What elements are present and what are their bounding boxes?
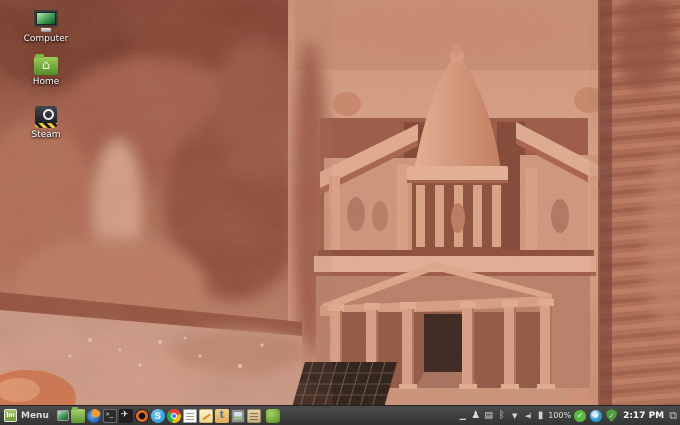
tan-t-app-icon[interactable] [214, 408, 229, 423]
minimized-window-icon[interactable]: ▁ [457, 409, 468, 423]
taskbar: Menu ▁♟▤ᛒ▼◄)▮100%✓●✓ 2:17 PM ⧉ [0, 405, 680, 425]
taskbar-launchers [56, 406, 281, 425]
bluetooth-icon[interactable]: ᛒ [496, 409, 507, 423]
text-editor-icon[interactable] [182, 408, 197, 423]
sync-icon[interactable]: ● [590, 409, 603, 422]
battery-icon[interactable]: ▮ [535, 409, 546, 423]
mint-menu-icon [4, 409, 17, 422]
system-tray: ▁ ♟ ▤ ᛒ ▼ ◄) ▮ 100% ✓ ● ✓ [456, 406, 619, 425]
battery-percent[interactable]: 100% [548, 409, 571, 423]
firewall-shield-icon[interactable]: ✓ [606, 409, 618, 422]
computer-icon [34, 10, 58, 32]
show-desktop-icon[interactable] [56, 410, 69, 421]
home-desktop-icon[interactable]: Home [14, 53, 78, 87]
wallpaper-petra-treasury [0, 0, 680, 405]
camera-lens-icon[interactable] [134, 408, 149, 423]
chrome-icon[interactable] [166, 408, 181, 423]
window-stack-icon[interactable]: ⧉ [669, 409, 677, 423]
skype-icon[interactable] [150, 408, 165, 423]
update-manager-icon[interactable]: ✓ [574, 409, 587, 422]
bird-app-icon[interactable] [118, 408, 133, 423]
steam-desktop-icon[interactable]: Steam [14, 106, 78, 140]
desktop[interactable]: Computer Home Steam Menu ▁♟▤ᛒ▼◄)▮100%✓●✓… [0, 0, 680, 425]
terminal-icon[interactable] [102, 408, 117, 423]
home-folder-icon [34, 54, 58, 75]
firefox-icon[interactable] [86, 408, 101, 423]
user-applet-icon[interactable]: ♟ [470, 409, 481, 423]
clipboard-icon[interactable]: ▤ [483, 409, 494, 423]
menu-button[interactable]: Menu [0, 406, 56, 425]
volume-icon[interactable]: ◄) [522, 409, 533, 423]
steam-icon [35, 106, 57, 128]
green-app-icon[interactable] [265, 408, 280, 423]
desktop-icon-label: Home [32, 77, 60, 87]
menu-label: Menu [21, 410, 49, 421]
network-icon[interactable]: ▼ [509, 409, 520, 423]
image-viewer-icon[interactable] [230, 408, 245, 423]
computer-desktop-icon[interactable]: Computer [14, 10, 78, 44]
scroll-app-icon[interactable] [246, 408, 261, 423]
desktop-icon-label: Computer [23, 34, 69, 44]
notes-icon[interactable] [198, 408, 213, 423]
clock[interactable]: 2:17 PM [623, 411, 664, 421]
desktop-icon-label: Steam [31, 130, 61, 140]
file-manager-icon[interactable] [70, 406, 85, 423]
